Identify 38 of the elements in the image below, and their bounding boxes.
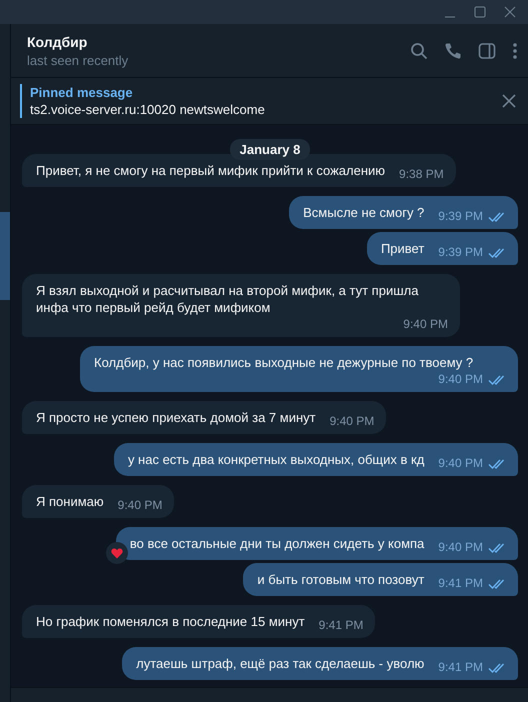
pinned-text[interactable]: ts2.voice-server.ru:10020 newtswelcome	[30, 102, 502, 117]
sidebar-toggle-icon[interactable]	[478, 42, 496, 60]
message-time: 9:41 PM	[438, 659, 483, 676]
message-time: 9:38 PM	[399, 166, 444, 183]
pinned-label[interactable]: Pinned message	[30, 85, 502, 100]
message-text: Колдбир, у нас появились выходные не дежурные по твоему ?	[94, 354, 474, 371]
chat-status: last seen recently	[27, 52, 130, 68]
message-text: лутаешь штраф, ещё раз так сделаешь - уволю	[136, 655, 424, 672]
more-icon[interactable]	[512, 42, 518, 60]
close-icon[interactable]	[504, 6, 516, 18]
message-time: 9:41 PM	[318, 617, 364, 634]
maximize-icon[interactable]	[474, 6, 486, 18]
message-time: 9:40 PM	[330, 413, 374, 430]
search-icon[interactable]	[410, 42, 428, 60]
date-badge: January 8	[230, 139, 310, 160]
message-time: 9:40 PM	[438, 371, 483, 388]
message-time: 9:39 PM	[438, 208, 483, 225]
message-time: 9:41 PM	[438, 575, 483, 592]
message-text: Привет, я не смогу на первый мифик прийти к сожалению	[36, 162, 386, 179]
message-text: Я просто не успею приехать домой за 7 минут	[36, 409, 316, 426]
heart-icon	[110, 548, 123, 558]
reaction-badge[interactable]	[106, 542, 128, 564]
message-time: 9:39 PM	[438, 244, 483, 261]
message-text: у нас есть два конкретных выходных, общих в кд	[128, 451, 424, 468]
message-time: 9:40 PM	[118, 497, 162, 514]
message-text: Но график поменялся в последние 15 минут	[36, 613, 305, 630]
message-time: 9:40 PM	[438, 539, 483, 556]
chat-name[interactable]: Колдбир	[27, 34, 410, 50]
message-time: 9:40 PM	[403, 316, 448, 333]
message-text: во все остальные дни ты должен сидеть у компа	[130, 535, 424, 552]
message-text: и быть готовым что позовут	[257, 571, 424, 588]
close-icon[interactable]	[502, 94, 516, 108]
message-text: Я взял выходной и расчитывал на второй мифик, а тут пришла инфа что первый рейд будет мификом	[36, 282, 420, 316]
message-text: Я понимаю	[36, 493, 104, 510]
message-text: Привет	[380, 240, 424, 257]
message-time: 9:40 PM	[438, 455, 483, 472]
phone-icon[interactable]	[444, 42, 462, 60]
message-text: Всмысле не смогу ?	[303, 204, 424, 221]
